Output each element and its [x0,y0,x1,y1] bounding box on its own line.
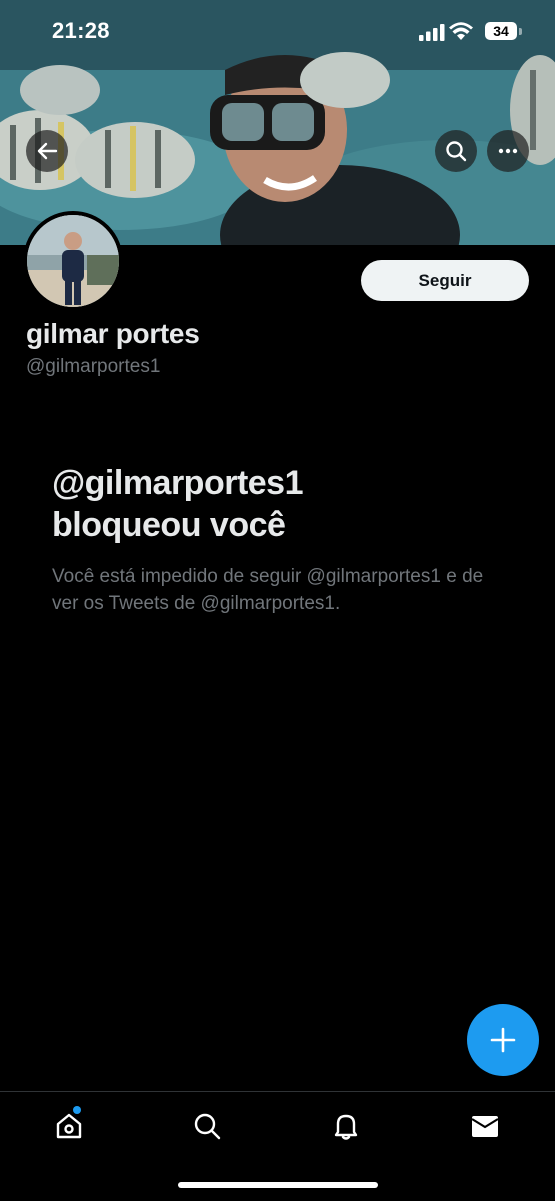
battery-tip [519,28,522,35]
back-button[interactable] [26,130,68,172]
tab-notifications[interactable] [326,1106,366,1146]
home-icon [56,1113,82,1139]
search-button[interactable] [435,130,477,172]
status-icons: 34 [399,20,529,44]
profile-name: gilmar portes [26,318,200,349]
blocked-description: Você está impedido de seguir @gilmarport… [52,566,484,614]
blocked-title: @gilmarportes1 bloqueou você [52,462,512,546]
profile-avatar[interactable] [23,211,123,311]
blocked-title-line2: bloqueou você [52,506,286,544]
mail-icon [471,1116,499,1137]
wifi-icon [449,22,473,40]
home-notification-dot [73,1106,81,1114]
more-options-button[interactable] [487,130,529,172]
search-icon [194,1113,221,1140]
home-indicator [178,1182,378,1188]
blocked-title-line1: @gilmarportes1 [52,464,304,502]
cellular-signal-icon [419,24,445,41]
avatar-photo [27,215,119,307]
plus-icon [490,1027,516,1053]
tab-messages[interactable] [465,1106,505,1146]
status-time: 21:28 [52,18,110,43]
profile-handle: @gilmarportes1 [26,356,161,377]
compose-tweet-button[interactable] [467,1004,539,1076]
follow-button[interactable]: Seguir [361,260,529,301]
tab-search[interactable] [187,1106,227,1146]
battery-indicator: 34 [485,22,517,40]
status-bar: 21:28 34 [0,0,555,62]
bell-icon [334,1114,358,1140]
search-icon [446,141,467,162]
more-horizontal-icon [498,148,518,154]
arrow-left-icon [37,142,58,160]
tab-home[interactable] [49,1106,89,1146]
